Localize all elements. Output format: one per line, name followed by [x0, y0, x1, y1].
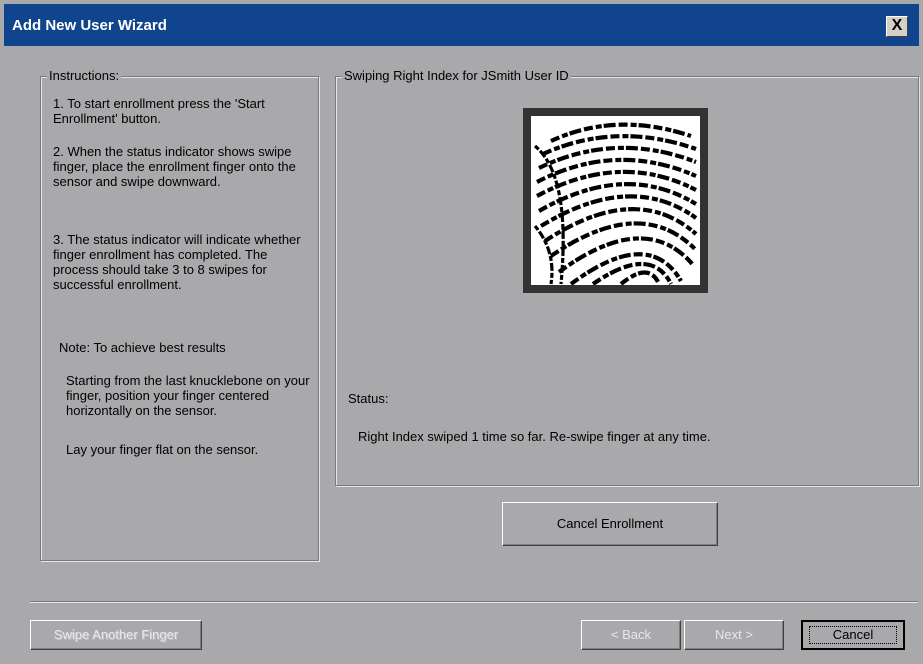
instructions-group: Instructions: 1. To start enrollment pre…	[40, 68, 319, 561]
instruction-tip-2: Lay your finger flat on the sensor.	[66, 442, 259, 457]
swipe-another-finger-button[interactable]: Swipe Another Finger	[30, 620, 202, 650]
instruction-tip-1: Starting from the last knucklebone on yo…	[66, 373, 310, 418]
close-button[interactable]: X	[886, 16, 908, 37]
instruction-note: Note: To achieve best results	[59, 340, 226, 355]
cancel-enrollment-button[interactable]: Cancel Enrollment	[502, 502, 718, 546]
fingerprint-icon	[531, 116, 700, 286]
cancel-button-label: Cancel	[832, 627, 874, 642]
next-button[interactable]: Next >	[684, 620, 784, 650]
enrollment-legend: Swiping Right Index for JSmith User ID	[342, 68, 571, 84]
enrollment-group: Swiping Right Index for JSmith User ID S…	[335, 68, 919, 486]
instruction-step-2: 2. When the status indicator shows swipe…	[53, 144, 296, 189]
instructions-legend: Instructions:	[47, 68, 122, 84]
status-label: Status:	[348, 391, 389, 406]
instruction-step-1: 1. To start enrollment press the 'Start …	[53, 96, 265, 126]
title-bar[interactable]: Add New User Wizard X	[4, 4, 919, 46]
status-text: Right Index swiped 1 time so far. Re-swi…	[358, 429, 711, 444]
wizard-window: Add New User Wizard X Instructions: 1. T…	[0, 0, 923, 664]
window-title: Add New User Wizard	[12, 17, 167, 34]
instruction-step-3: 3. The status indicator will indicate wh…	[53, 232, 301, 292]
back-button[interactable]: < Back	[581, 620, 681, 650]
close-icon: X	[891, 17, 903, 34]
fingerprint-frame	[523, 108, 708, 293]
separator	[30, 601, 918, 603]
cancel-button[interactable]: Cancel	[801, 620, 905, 650]
fingerprint-image	[531, 116, 700, 286]
